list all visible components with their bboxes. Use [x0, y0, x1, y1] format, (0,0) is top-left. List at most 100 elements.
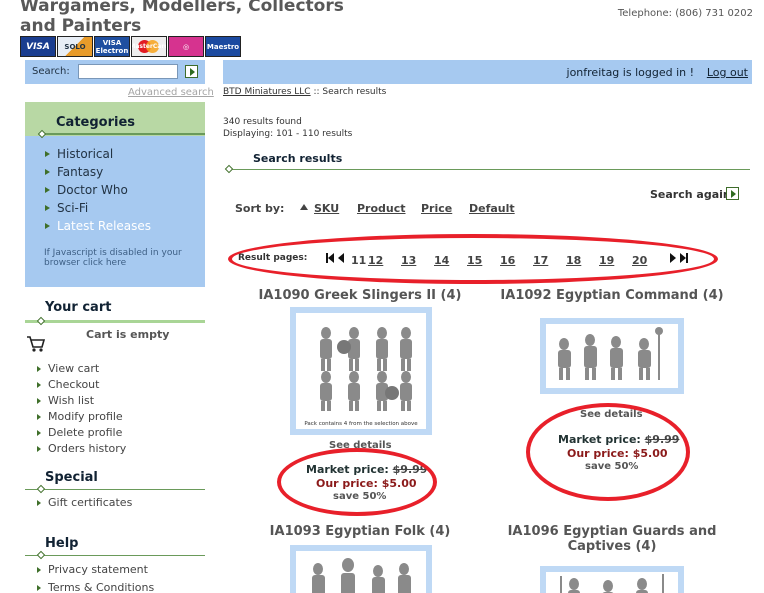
page-link[interactable]: 17 [533, 254, 548, 267]
page-link[interactable]: 14 [434, 254, 449, 267]
category-sci-fi[interactable]: Sci-Fi [45, 199, 151, 217]
breadcrumb-home-link[interactable]: BTD Miniatures LLC [223, 87, 311, 97]
categories-header: Categories [25, 102, 205, 136]
advanced-search-link[interactable]: Advanced search [128, 87, 214, 98]
market-price-value: $9.99 [392, 463, 428, 476]
gift-certificates-link[interactable]: Gift certificates [37, 495, 132, 511]
diamond-icon [36, 484, 46, 494]
search-go-button[interactable] [185, 65, 198, 78]
search-input[interactable] [78, 64, 178, 79]
market-price-value: $9.99 [644, 433, 680, 446]
wish-list-link[interactable]: Wish list [37, 393, 126, 409]
logged-in-text: jonfreitag is logged in ! [566, 66, 694, 79]
see-details-link[interactable]: See details [329, 440, 392, 451]
search-results-title: Search results [253, 152, 343, 165]
page: Wargamers, Modellers, Collectors and Pai… [0, 0, 764, 593]
divider [229, 169, 750, 170]
view-cart-link[interactable]: View cart [37, 361, 126, 377]
result-pages-label: Result pages: [238, 253, 308, 263]
payment-cards: VISA SOLO VISA Electron MasterCard ◎ Maes… [20, 36, 241, 57]
product-image[interactable] [540, 566, 684, 593]
page-link[interactable]: 16 [500, 254, 515, 267]
diamond-icon [36, 316, 46, 326]
page-link[interactable]: 20 [632, 254, 647, 267]
cart-empty-text: Cart is empty [86, 328, 170, 341]
sort-by-label: Sort by: [235, 202, 285, 215]
breadcrumb-current: Search results [322, 87, 387, 97]
sort-sku-link[interactable]: SKU [314, 202, 339, 215]
category-doctor-who[interactable]: Doctor Who [45, 181, 151, 199]
divider [25, 320, 205, 323]
miniatures-image [312, 558, 411, 593]
page-link[interactable]: 18 [566, 254, 581, 267]
visa-electron-logo: VISA Electron [94, 36, 130, 57]
product-image-inner [546, 572, 678, 593]
checkout-link[interactable]: Checkout [37, 377, 126, 393]
page-current: 11 [351, 254, 367, 267]
previous-page-icon[interactable] [338, 253, 344, 263]
category-historical[interactable]: Historical [45, 145, 151, 163]
our-price-value: $5.00 [632, 447, 668, 460]
logout-link[interactable]: Log out [707, 66, 748, 79]
product-image[interactable] [540, 318, 684, 394]
market-price-label: Market price: [558, 433, 641, 446]
sort-price-link[interactable]: Price [421, 202, 452, 215]
categories-box: Categories Historical Fantasy Doctor Who… [25, 102, 205, 287]
product-image[interactable]: Pack contains 4 from the selection above [290, 307, 432, 435]
category-fantasy[interactable]: Fantasy [45, 163, 151, 181]
see-details-link[interactable]: See details [580, 409, 643, 420]
site-title: Wargamers, Modellers, Collectors and Pai… [20, 0, 344, 36]
divider [25, 555, 205, 556]
our-price: Our price: $5.00 [316, 477, 417, 490]
jcb-logo: ◎ [168, 36, 204, 57]
visa-logo: VISA [20, 36, 56, 57]
search-again-link[interactable]: Search again [650, 188, 731, 201]
our-price-label: Our price: [316, 477, 378, 490]
sort-default-link[interactable]: Default [469, 202, 515, 215]
miniatures-image [558, 327, 663, 380]
solo-logo: SOLO [57, 36, 93, 57]
market-price: Market price: $9.99 [306, 463, 427, 476]
page-link[interactable]: 15 [467, 254, 482, 267]
javascript-note[interactable]: If Javascript is disabled in your browse… [44, 248, 199, 268]
page-link[interactable]: 13 [401, 254, 416, 267]
category-latest-releases[interactable]: Latest Releases [45, 217, 151, 235]
terms-conditions-link[interactable]: Terms & Conditions [37, 580, 154, 593]
privacy-statement-link[interactable]: Privacy statement [37, 562, 154, 580]
categories-list: Historical Fantasy Doctor Who Sci-Fi Lat… [45, 145, 151, 235]
product-image[interactable] [290, 545, 432, 593]
page-link[interactable]: 19 [599, 254, 614, 267]
our-price: Our price: $5.00 [567, 447, 668, 460]
market-price-label: Market price: [306, 463, 389, 476]
special-title: Special [45, 470, 98, 485]
market-price: Market price: $9.99 [558, 433, 679, 446]
our-price-value: $5.00 [381, 477, 417, 490]
user-bar: jonfreitag is logged in ! Log out [223, 60, 752, 84]
modify-profile-link[interactable]: Modify profile [37, 409, 126, 425]
divider [25, 489, 205, 490]
orders-history-link[interactable]: Orders history [37, 441, 126, 457]
sort-ascending-icon [300, 204, 308, 210]
special-links: Gift certificates [37, 495, 132, 511]
page-link[interactable]: 12 [368, 254, 383, 267]
cart-icon [27, 336, 46, 352]
sort-product-link[interactable]: Product [357, 202, 406, 215]
our-price-label: Our price: [567, 447, 629, 460]
breadcrumb: BTD Miniatures LLC :: Search results [223, 87, 386, 97]
product-image-inner [296, 551, 426, 593]
mastercard-logo: MasterCard [131, 36, 167, 57]
product-title[interactable]: IA1096 Egyptian Guards and Captives (4) [492, 524, 732, 554]
maestro-logo: Maestro [205, 36, 241, 57]
product-image-inner [546, 324, 678, 388]
product-title[interactable]: IA1093 Egyptian Folk (4) [240, 524, 480, 539]
product-title[interactable]: IA1092 Egyptian Command (4) [492, 288, 732, 303]
help-title: Help [45, 536, 79, 551]
save-text: save 50% [333, 491, 387, 502]
delete-profile-link[interactable]: Delete profile [37, 425, 126, 441]
product-title[interactable]: IA1090 Greek Slingers II (4) [240, 288, 480, 303]
search-again-button[interactable] [726, 187, 739, 200]
last-page-bar [686, 253, 688, 263]
cart-links: View cart Checkout Wish list Modify prof… [37, 361, 126, 457]
next-page-icon[interactable] [670, 253, 676, 263]
result-counts: 340 results found Displaying: 101 - 110 … [223, 116, 352, 140]
